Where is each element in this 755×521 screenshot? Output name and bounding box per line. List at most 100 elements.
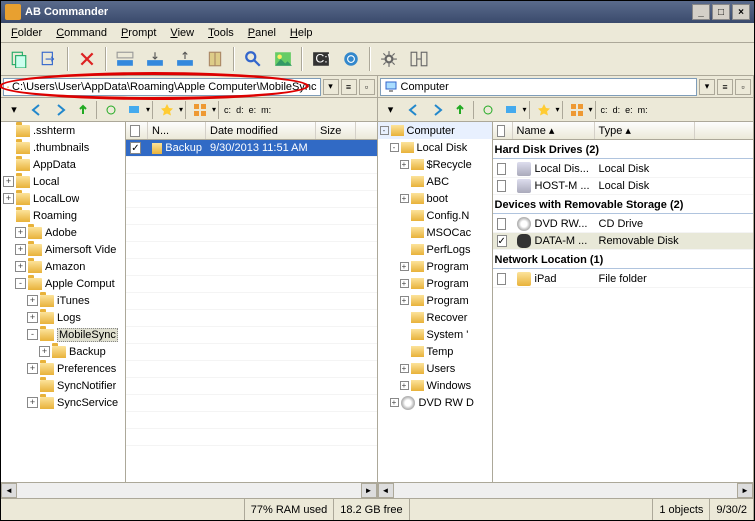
settings-button[interactable] (375, 46, 403, 72)
filter-d[interactable]: d: (234, 105, 246, 115)
list-row[interactable] (126, 327, 377, 344)
panel-move-button[interactable] (141, 46, 169, 72)
tree-item[interactable]: SyncNotifier (1, 377, 125, 394)
refresh-button[interactable] (100, 100, 122, 120)
expand-icon[interactable]: + (400, 364, 409, 373)
tree-item[interactable]: + Local (1, 173, 125, 190)
image-button[interactable] (269, 46, 297, 72)
copy-button[interactable] (5, 46, 33, 72)
checkbox[interactable] (497, 273, 506, 285)
expand-icon[interactable]: ▫ (359, 79, 375, 95)
expand-icon[interactable]: + (3, 193, 14, 204)
expand-icon[interactable]: + (390, 398, 399, 407)
tree-item[interactable]: ABC (378, 173, 492, 190)
list-row[interactable] (126, 429, 377, 446)
filter-e[interactable]: e: (247, 105, 259, 115)
expand-icon[interactable]: + (27, 295, 38, 306)
refresh-button[interactable] (477, 100, 499, 120)
back-button[interactable] (403, 100, 425, 120)
filter-e[interactable]: e: (623, 105, 635, 115)
menu-command[interactable]: Command (50, 25, 113, 41)
menu-help[interactable]: Help (284, 25, 319, 41)
list-row[interactable]: DVD RW... CD Drive (493, 216, 754, 233)
tree-item[interactable]: - Local Disk (378, 139, 492, 156)
up-button[interactable] (72, 100, 94, 120)
list-row[interactable] (126, 378, 377, 395)
column-header[interactable]: Type ▴ (595, 122, 695, 139)
panel-up-button[interactable] (171, 46, 199, 72)
checkbox[interactable] (497, 163, 506, 175)
list-row[interactable]: ✓ DATA-M ... Removable Disk (493, 233, 754, 250)
checkbox[interactable]: ✓ (497, 235, 507, 247)
tree-item[interactable]: + Aimersoft Vide (1, 241, 125, 258)
column-header[interactable] (126, 122, 148, 139)
tree-item[interactable]: Config.N (378, 207, 492, 224)
dropdown-icon[interactable]: ▾ (699, 79, 715, 95)
tree-item[interactable]: + Logs (1, 309, 125, 326)
collapse-icon[interactable]: - (27, 329, 38, 340)
filter-c[interactable]: c: (222, 105, 233, 115)
tree-item[interactable]: MSOCac (378, 224, 492, 241)
right-tree[interactable]: - Computer - Local Disk + $Recycle ABC +… (378, 122, 493, 482)
list-row[interactable] (126, 412, 377, 429)
tree-item[interactable]: AppData (1, 156, 125, 173)
desktop-button[interactable] (500, 100, 522, 120)
tree-item[interactable]: + $Recycle (378, 156, 492, 173)
expand-icon[interactable]: + (27, 312, 38, 323)
tree-item[interactable]: + iTunes (1, 292, 125, 309)
tree-item[interactable]: + DVD RW D (378, 394, 492, 411)
tree-item[interactable]: + Preferences (1, 360, 125, 377)
sync-button[interactable] (337, 46, 365, 72)
forward-button[interactable] (49, 100, 71, 120)
tree-item[interactable]: + SyncService (1, 394, 125, 411)
forward-button[interactable] (426, 100, 448, 120)
menu-icon[interactable]: ≡ (717, 79, 733, 95)
minimize-button[interactable]: _ (692, 4, 710, 20)
group-header[interactable]: Network Location (1) (493, 250, 754, 269)
column-header[interactable]: N... (148, 122, 206, 139)
list-row[interactable] (126, 157, 377, 174)
expand-icon[interactable]: + (27, 397, 38, 408)
menu-prompt[interactable]: Prompt (115, 25, 162, 41)
close-button[interactable]: × (732, 4, 750, 20)
tree-item[interactable]: + Windows (378, 377, 492, 394)
menu-icon[interactable]: ≡ (341, 79, 357, 95)
expand-icon[interactable]: + (400, 160, 409, 169)
left-scrollbar[interactable]: ◄► (1, 482, 377, 498)
expand-icon[interactable]: + (15, 244, 26, 255)
menu-folder[interactable]: Folder (5, 25, 48, 41)
tree-item[interactable]: Recover (378, 309, 492, 326)
tree-item[interactable]: + LocalLow (1, 190, 125, 207)
group-header[interactable]: Hard Disk Drives (2) (493, 140, 754, 159)
list-row[interactable] (126, 293, 377, 310)
compare-button[interactable] (405, 46, 433, 72)
list-row[interactable] (126, 174, 377, 191)
history-icon[interactable]: ▾ (3, 100, 25, 120)
expand-icon[interactable]: + (400, 381, 409, 390)
tree-item[interactable]: + Amazon (1, 258, 125, 275)
column-header[interactable]: Size (316, 122, 356, 139)
delete-button[interactable] (73, 46, 101, 72)
expand-icon[interactable]: + (15, 227, 26, 238)
tree-item[interactable]: + Program (378, 258, 492, 275)
expand-icon[interactable]: + (3, 176, 14, 187)
up-button[interactable] (449, 100, 471, 120)
left-tree[interactable]: .sshterm .thumbnails AppData + Local + L… (1, 122, 126, 482)
list-row[interactable] (126, 310, 377, 327)
list-row[interactable]: HOST-M ... Local Disk (493, 178, 754, 195)
filter-c[interactable]: c: (599, 105, 610, 115)
search-button[interactable] (239, 46, 267, 72)
expand-icon[interactable]: + (27, 363, 38, 374)
list-row[interactable] (126, 361, 377, 378)
menu-tools[interactable]: Tools (202, 25, 240, 41)
tree-item[interactable]: .sshterm (1, 122, 125, 139)
column-header[interactable] (493, 122, 513, 139)
group-header[interactable]: Devices with Removable Storage (2) (493, 195, 754, 214)
left-path-field[interactable]: C:\Users\User\AppData\Roaming\Apple Comp… (3, 78, 321, 96)
list-row[interactable] (126, 395, 377, 412)
checkbox[interactable] (497, 218, 506, 230)
column-header[interactable]: Date modified (206, 122, 316, 139)
list-row[interactable] (126, 225, 377, 242)
expand-icon[interactable]: + (15, 261, 26, 272)
tree-item[interactable]: Temp (378, 343, 492, 360)
